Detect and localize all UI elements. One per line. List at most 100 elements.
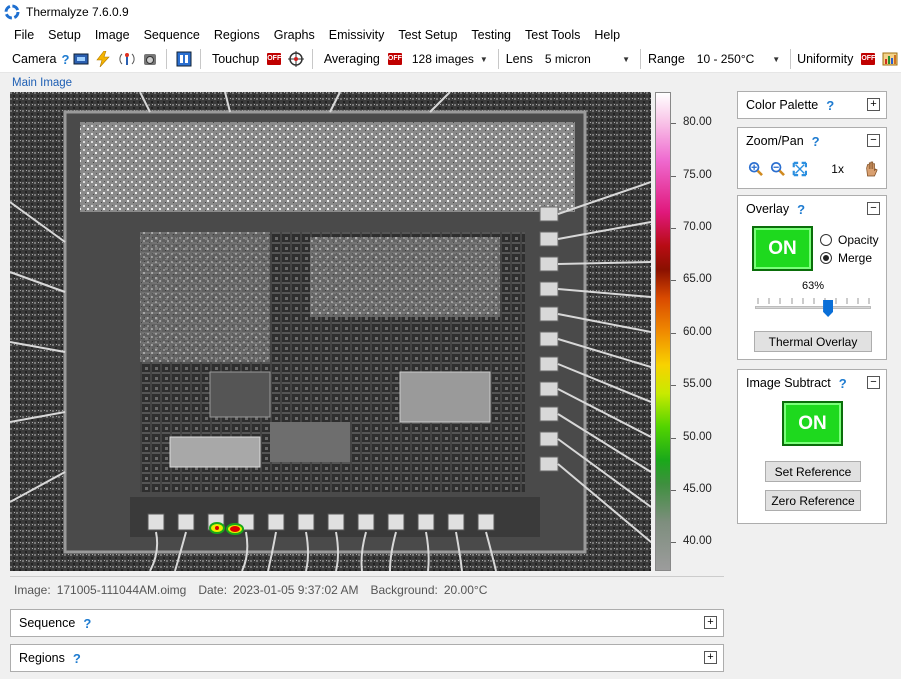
range-value: 10 - 250°C (696, 52, 755, 66)
merge-radio-circle (820, 252, 832, 264)
fit-to-window-icon[interactable] (792, 160, 808, 178)
zoom-out-icon[interactable] (770, 160, 786, 178)
touchup-off-toggle[interactable]: OFF (267, 53, 282, 65)
pan-hand-icon[interactable] (864, 160, 878, 178)
date-key: Date: (198, 582, 228, 597)
chevron-down-icon: ▼ (772, 54, 781, 64)
overlay-header[interactable]: Overlay ? (738, 196, 886, 222)
colorbar-tick: 70.00 (671, 221, 731, 233)
uniformity-off-toggle[interactable]: OFF (861, 53, 876, 65)
set-reference-button[interactable]: Set Reference (765, 461, 861, 482)
camera-module-icon[interactable] (72, 50, 89, 68)
overlay-title: Overlay (746, 202, 790, 216)
collapse-icon[interactable]: − (867, 202, 880, 215)
colorbar-tick: 65.00 (671, 273, 731, 285)
title-bar: Thermalyze 7.6.0.9 (0, 0, 901, 24)
help-icon[interactable]: ? (73, 651, 81, 666)
menu-regions[interactable]: Regions (207, 24, 267, 46)
colorbar-tick: 75.00 (671, 169, 731, 181)
expand-icon[interactable]: + (704, 651, 717, 664)
zoom-pan-title: Zoom/Pan (746, 134, 804, 148)
menu-test-setup[interactable]: Test Setup (391, 24, 464, 46)
main-image-label: Main Image (12, 77, 73, 89)
lens-value: 5 micron (544, 52, 591, 66)
sequence-panel: Sequence ? + (10, 609, 724, 637)
camera-help-icon[interactable]: ? (61, 52, 69, 67)
regions-panel-title: Regions (19, 651, 65, 665)
range-dropdown[interactable]: 10 - 250°C ▼ (691, 49, 786, 69)
wireless-icon[interactable] (118, 50, 136, 68)
lens-dropdown[interactable]: 5 micron ▼ (539, 49, 636, 69)
range-label: Range (647, 52, 685, 66)
expand-icon[interactable]: + (704, 616, 717, 629)
zoom-in-icon[interactable] (748, 160, 764, 178)
temperature-colorbar (655, 92, 671, 571)
colorbar-tick: 45.00 (671, 483, 731, 495)
colorbar-tick: 55.00 (671, 378, 731, 390)
image-info-bar: Image: 171005-111044AM.oimg Date: 2023-0… (10, 576, 724, 602)
touchup-label: Touchup (211, 52, 260, 66)
menu-testing[interactable]: Testing (464, 24, 518, 46)
menu-setup[interactable]: Setup (41, 24, 88, 46)
overlay-merge-radio[interactable]: Merge (820, 251, 872, 265)
averaging-label: Averaging (323, 52, 380, 66)
image-filename: 171005-111044AM.oimg (56, 582, 187, 597)
toolbar-separator (311, 49, 313, 69)
crosshair-icon[interactable] (287, 50, 304, 68)
chip-die-image (10, 92, 651, 571)
thermal-view-icon[interactable] (175, 50, 192, 68)
background-key: Background: (370, 582, 438, 597)
window-title: Thermalyze 7.6.0.9 (26, 5, 129, 19)
slider-thumb[interactable] (823, 300, 834, 317)
zero-reference-button[interactable]: Zero Reference (765, 490, 861, 511)
regions-panel-header[interactable]: Regions ? (11, 645, 723, 671)
overlay-opacity-slider[interactable] (755, 306, 871, 309)
help-icon[interactable]: ? (839, 376, 847, 391)
lightning-icon[interactable] (95, 50, 112, 68)
thermal-image[interactable] (10, 92, 651, 571)
color-palette-header[interactable]: Color Palette ? (738, 92, 886, 118)
colorbar-tick: 40.00 (671, 535, 731, 547)
opacity-radio-circle (820, 234, 832, 246)
expand-icon[interactable]: + (867, 98, 880, 111)
snapshot-camera-icon[interactable] (142, 50, 159, 68)
menu-emissivity[interactable]: Emissivity (322, 24, 392, 46)
zoom-pan-panel: Zoom/Pan ? − 1x (737, 127, 887, 189)
overlay-on-toggle[interactable]: ON (752, 226, 813, 271)
menu-image[interactable]: Image (88, 24, 137, 46)
background-temp: 20.00°C (443, 582, 488, 597)
toolbar-separator (166, 49, 168, 69)
bar-chart-icon[interactable] (881, 50, 898, 68)
averaging-dropdown[interactable]: 128 images ▼ (406, 49, 493, 69)
averaging-off-toggle[interactable]: OFF (387, 53, 402, 65)
collapse-icon[interactable]: − (867, 134, 880, 147)
zoom-pan-header[interactable]: Zoom/Pan ? (738, 128, 886, 154)
merge-label: Merge (838, 251, 873, 265)
opacity-label: Opacity (838, 233, 879, 247)
toolbar-separator (640, 49, 641, 69)
help-icon[interactable]: ? (797, 202, 805, 217)
toolbar: Camera ? Touchup OFF Averaging OFF 128 i… (0, 46, 901, 73)
chevron-down-icon: ▼ (479, 54, 488, 64)
overlay-panel: Overlay ? − ON Opacity Merge 63% Thermal… (737, 195, 887, 360)
menu-sequence[interactable]: Sequence (137, 24, 207, 46)
image-subtract-on-toggle[interactable]: ON (782, 401, 843, 446)
help-icon[interactable]: ? (812, 134, 820, 149)
toolbar-separator (790, 49, 792, 69)
thermal-overlay-button[interactable]: Thermal Overlay (754, 331, 872, 352)
menu-help[interactable]: Help (587, 24, 627, 46)
help-icon[interactable]: ? (83, 616, 91, 631)
overlay-opacity-radio[interactable]: Opacity (820, 233, 879, 247)
image-subtract-header[interactable]: Image Subtract ? (738, 370, 886, 396)
colorbar-tick: 50.00 (671, 431, 731, 443)
menu-graphs[interactable]: Graphs (267, 24, 322, 46)
regions-panel: Regions ? + (10, 644, 724, 672)
sequence-panel-title: Sequence (19, 616, 76, 630)
toolbar-separator (497, 49, 499, 69)
sequence-panel-header[interactable]: Sequence ? (11, 610, 723, 636)
collapse-icon[interactable]: − (867, 376, 880, 389)
help-icon[interactable]: ? (826, 98, 834, 113)
menu-test-tools[interactable]: Test Tools (518, 24, 587, 46)
menu-file[interactable]: File (7, 24, 41, 46)
averaging-value: 128 images (411, 52, 474, 66)
